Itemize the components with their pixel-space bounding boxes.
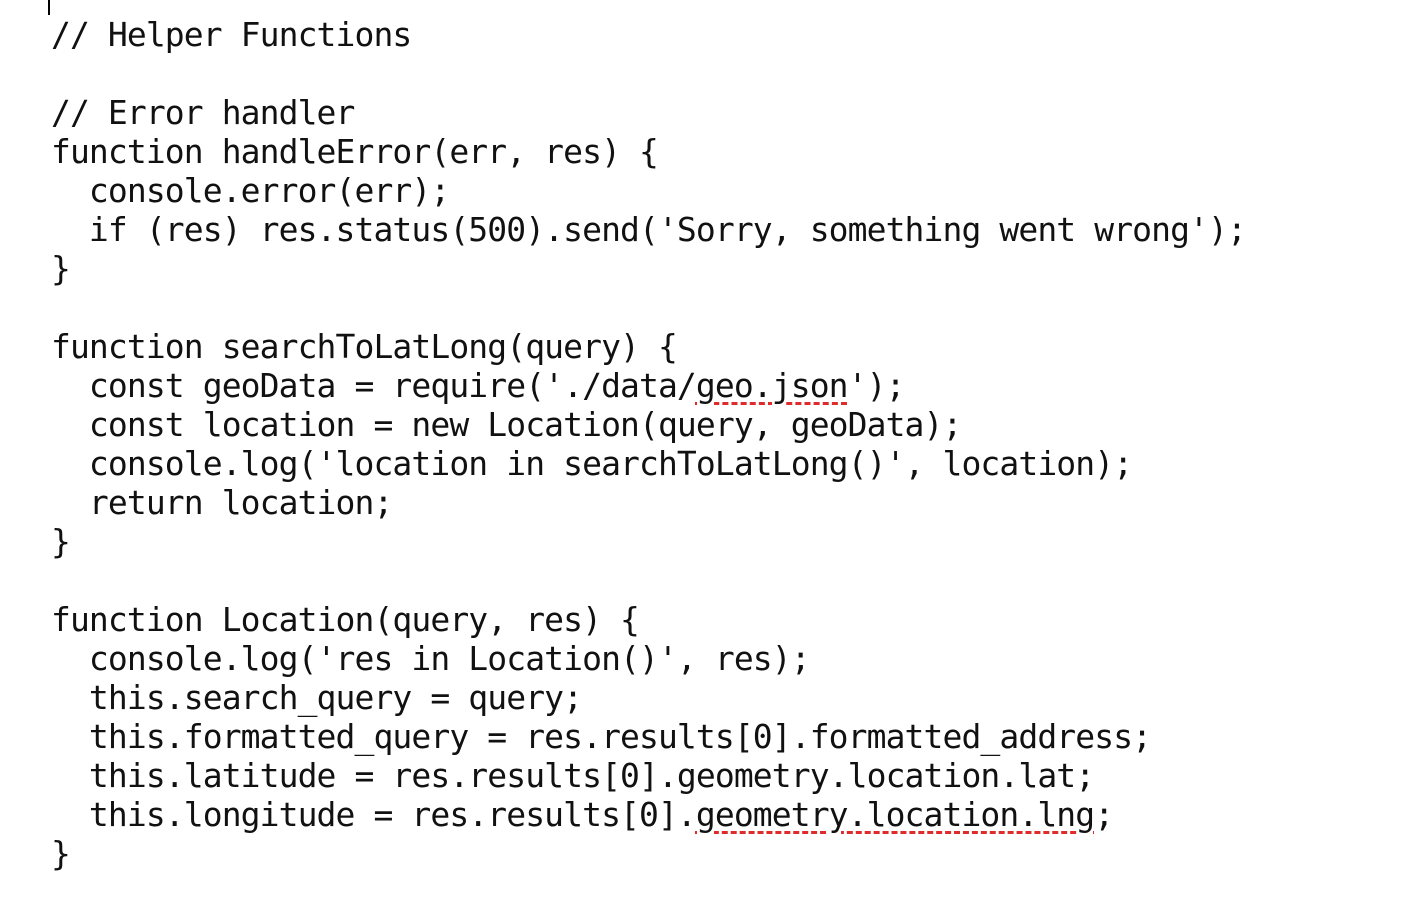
code-line: }: [51, 249, 71, 288]
code-line: return location;: [51, 483, 393, 522]
code-text: ');: [847, 366, 906, 405]
code-line: // Helper Functions: [51, 15, 412, 54]
code-line: function handleError(err, res) {: [51, 132, 659, 171]
code-text: const geoData = require('./data/: [51, 366, 697, 405]
code-line: function searchToLatLong(query) {: [51, 327, 678, 366]
text-cursor: [48, 0, 50, 15]
code-area[interactable]: // Helper Functions // Error handler fun…: [51, 15, 1247, 873]
code-line: console.log('res in Location()', res);: [51, 639, 811, 678]
code-line: if (res) res.status(500).send('Sorry, so…: [51, 210, 1247, 249]
code-text: this.longitude = res.results[0].: [51, 795, 697, 834]
spellcheck-flagged-word[interactable]: geo.json: [696, 366, 849, 405]
code-line: this.latitude = res.results[0].geometry.…: [51, 756, 1095, 795]
code-editor[interactable]: // Helper Functions // Error handler fun…: [0, 0, 1414, 898]
code-line: this.formatted_query = res.results[0].fo…: [51, 717, 1152, 756]
code-line: this.longitude = res.results[0].geometry…: [51, 795, 1246, 834]
code-line: const location = new Location(query, geo…: [51, 405, 962, 444]
code-text: ;: [1094, 795, 1114, 834]
code-line: console.error(err);: [51, 171, 450, 210]
code-line: }: [51, 522, 71, 561]
spellcheck-flagged-word[interactable]: geometry.location.lng: [696, 795, 1095, 834]
code-line: function Location(query, res) {: [51, 600, 640, 639]
code-line: const geoData = require('./data/geo.json…: [51, 366, 1246, 405]
code-line: }: [51, 834, 71, 873]
code-line: this.search_query = query;: [51, 678, 583, 717]
code-line: console.log('location in searchToLatLong…: [51, 444, 1133, 483]
code-line: // Error handler: [51, 93, 355, 132]
